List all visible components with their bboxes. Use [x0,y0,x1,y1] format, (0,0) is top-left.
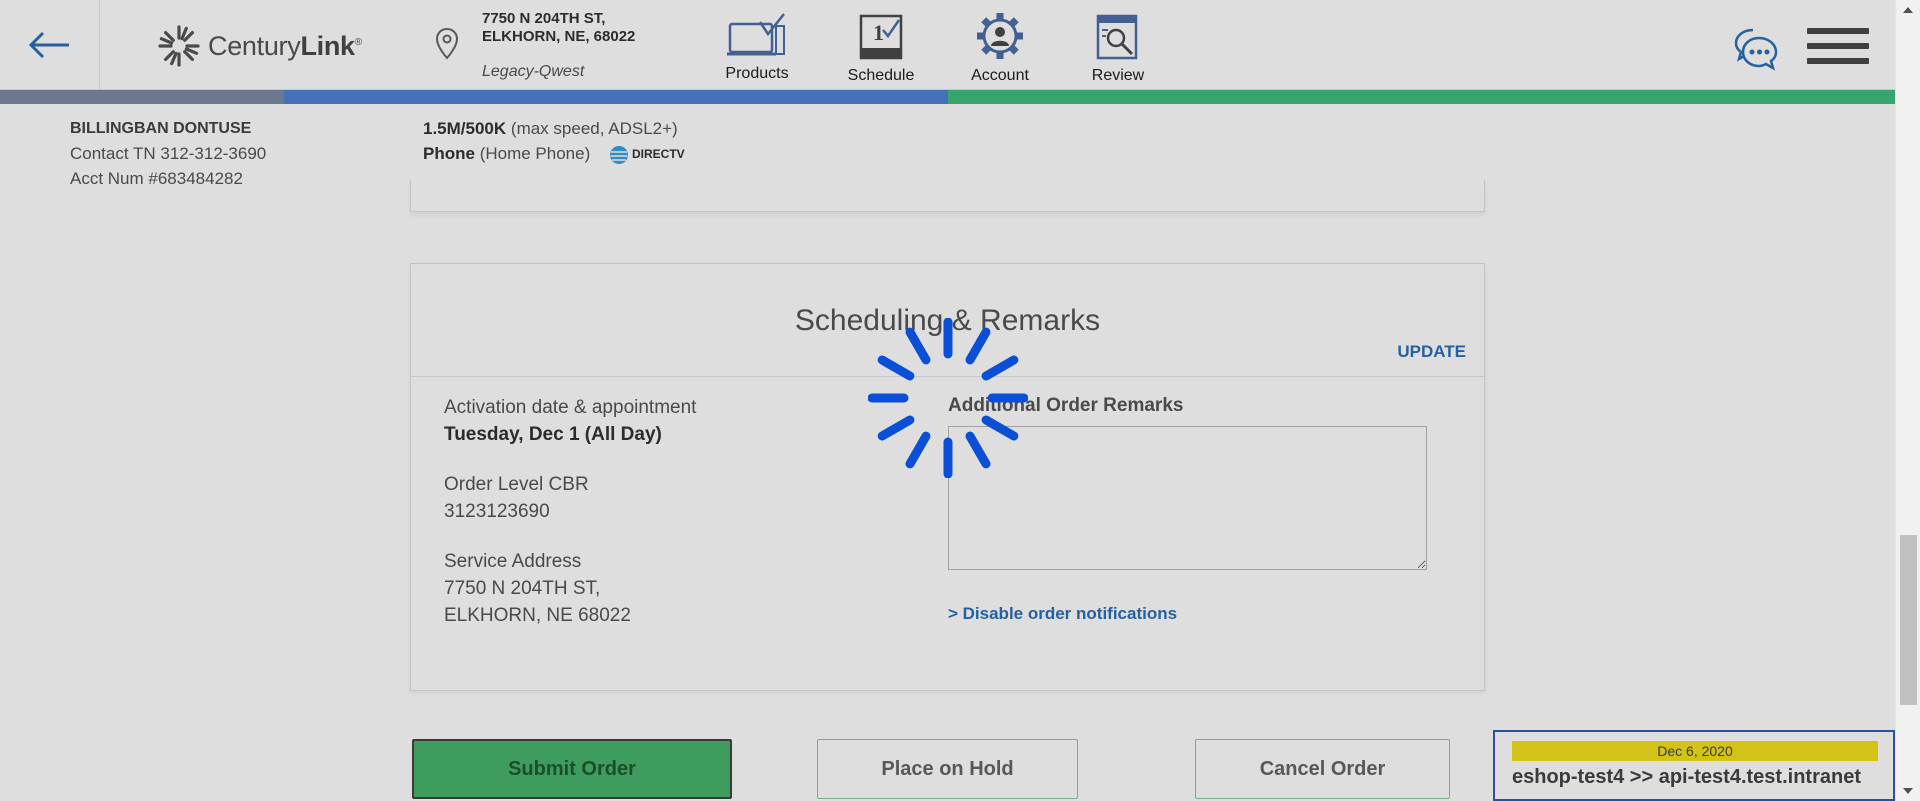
page-scrollbar[interactable] [1895,0,1920,801]
spinner-ray [877,415,915,441]
spinner-ray [981,355,1019,381]
scrollbar-thumb[interactable] [1900,535,1917,705]
scroll-up-arrow-icon[interactable] [1903,7,1913,13]
spinner-ray [965,431,991,469]
spinner-ray [905,327,931,365]
loading-spinner-icon [868,318,1028,478]
spinner-ray [877,355,915,381]
spinner-ray [905,431,931,469]
spinner-ray [981,415,1019,441]
loading-overlay [0,0,1895,801]
scroll-down-arrow-icon[interactable] [1903,788,1913,794]
spinner-ray [965,327,991,365]
